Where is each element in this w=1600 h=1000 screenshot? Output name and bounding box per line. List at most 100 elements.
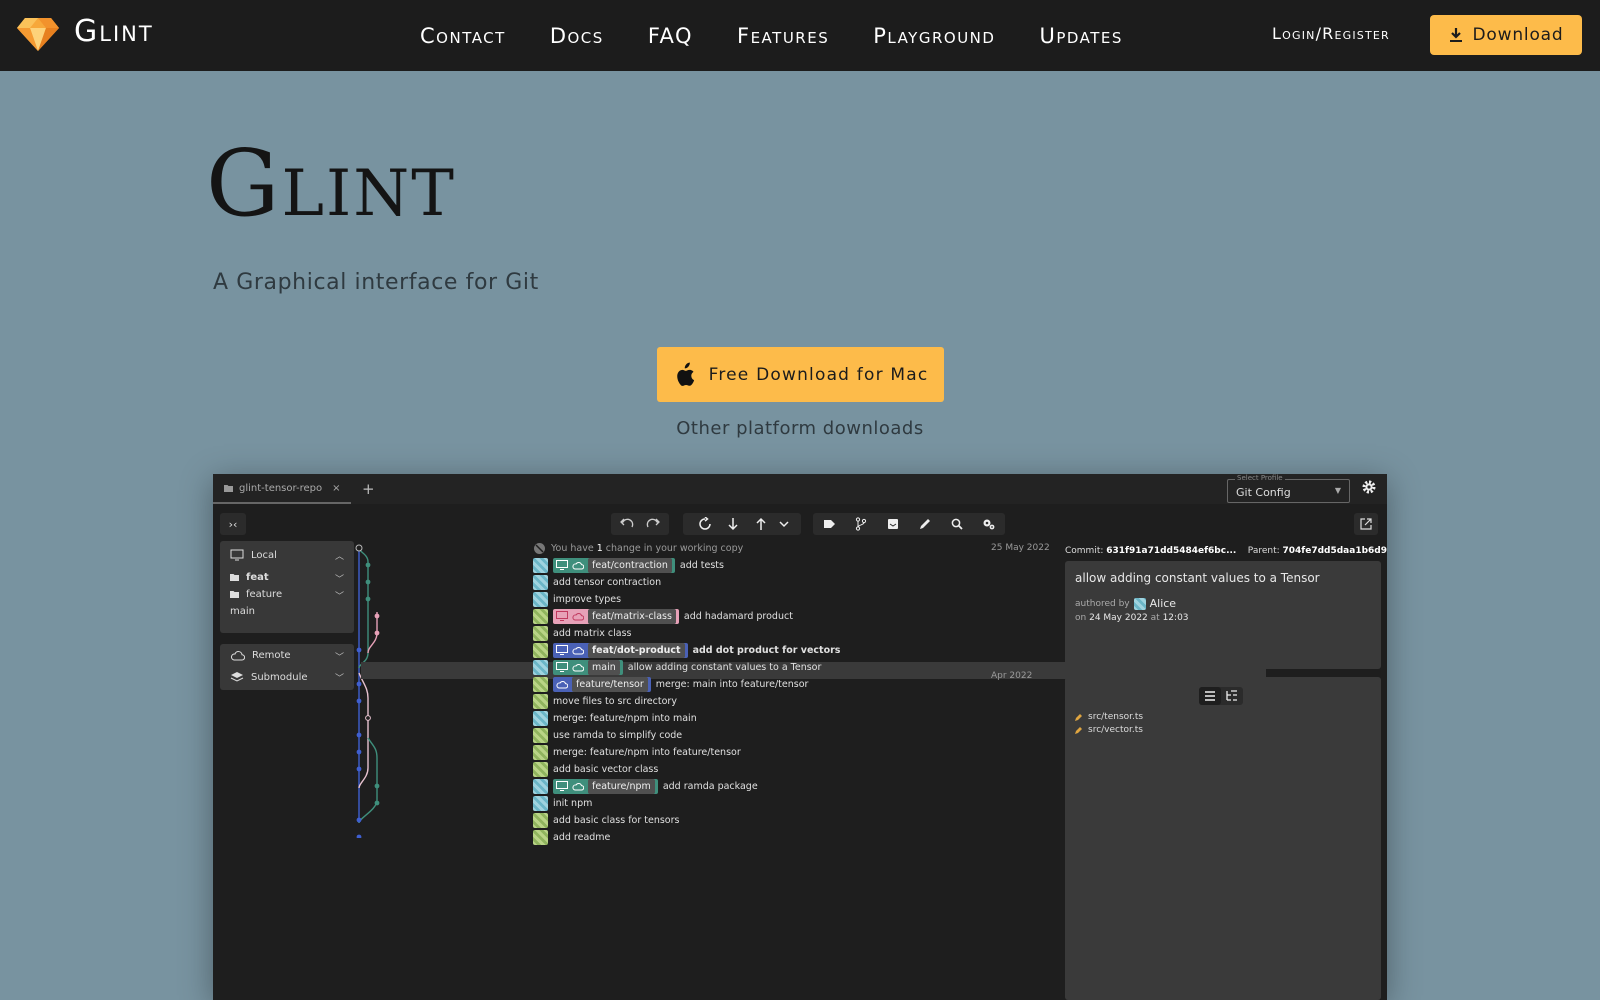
- folder-icon: [224, 484, 233, 492]
- branch-folder-feat[interactable]: feat: [230, 572, 269, 583]
- local-label: Local: [251, 549, 277, 561]
- open-external-icon[interactable]: [1354, 513, 1378, 535]
- authored-by-label: authored by: [1075, 598, 1130, 609]
- commit-row[interactable]: add basic class for tensors: [533, 812, 679, 828]
- at-label: at: [1150, 613, 1160, 623]
- date-label: Apr 2022: [991, 671, 1033, 681]
- commit-detail-message: allow adding constant values to a Tensor: [1075, 571, 1320, 585]
- branch-badge-label: feature/tensor: [572, 676, 648, 692]
- branch-badge[interactable]: feature/tensor: [553, 676, 651, 692]
- chevron-up-icon[interactable]: ︿: [335, 549, 344, 562]
- other-platform-downloads-link[interactable]: Other platform downloads: [0, 418, 1600, 439]
- tree-view-icon[interactable]: [1221, 687, 1243, 705]
- on-label: on: [1075, 613, 1087, 623]
- changed-files-panel: src/tensor.ts src/vector.ts: [1065, 677, 1381, 1000]
- profile-select[interactable]: Select Profile Git Config ▼: [1227, 474, 1350, 503]
- commit-row[interactable]: init npm: [533, 795, 592, 811]
- changed-file-row[interactable]: src/vector.ts: [1075, 725, 1143, 735]
- commit-row-selected[interactable]: main allow adding constant values to a T…: [533, 659, 821, 675]
- nav-link-updates[interactable]: Updates: [1039, 24, 1122, 48]
- profile-select-label: Select Profile: [1235, 474, 1285, 482]
- chevron-down-icon[interactable]: [775, 517, 793, 531]
- diamond-logo-icon[interactable]: [16, 16, 60, 52]
- add-tab-icon[interactable]: +: [362, 480, 375, 498]
- nav-link-docs[interactable]: Docs: [550, 24, 604, 48]
- graph-node: [356, 681, 362, 687]
- search-icon[interactable]: [941, 517, 973, 531]
- commit-row[interactable]: add tensor contraction: [533, 574, 661, 590]
- graph-node: [365, 562, 371, 568]
- branch-badge[interactable]: feat/dot-product: [553, 642, 688, 658]
- branch-icon[interactable]: [845, 517, 877, 531]
- nav-link-playground[interactable]: Playground: [873, 24, 995, 48]
- redo-icon[interactable]: [640, 517, 666, 531]
- working-copy-row[interactable]: You have 1 change in your working copy: [533, 540, 743, 556]
- collapse-sidebar-icon[interactable]: ›‹: [220, 513, 246, 535]
- branch-item-main[interactable]: main: [230, 606, 255, 617]
- branch-badge[interactable]: feature/npm: [553, 778, 658, 794]
- graph-node: [365, 579, 371, 585]
- local-section-header[interactable]: Local: [230, 549, 277, 561]
- branch-badge[interactable]: feat/contraction: [553, 557, 675, 573]
- repo-tab-label: glint-tensor-repo: [239, 482, 323, 494]
- file-name: src/tensor.ts: [1088, 712, 1144, 722]
- gear-icon[interactable]: [1361, 479, 1377, 495]
- commit-row[interactable]: add basic vector class: [533, 761, 658, 777]
- undo-icon[interactable]: [614, 517, 640, 531]
- commit-row[interactable]: improve types: [533, 591, 621, 607]
- commit-hash[interactable]: 631f91a71dd5484ef6bc...: [1106, 546, 1236, 556]
- branch-folder-feature[interactable]: feature: [230, 589, 282, 600]
- push-arrow-up-icon[interactable]: [747, 517, 775, 531]
- commit-message: init npm: [553, 797, 593, 809]
- branch-badge[interactable]: main: [553, 659, 623, 675]
- stash-icon[interactable]: [877, 517, 909, 531]
- commit-row[interactable]: move files to src directory: [533, 693, 677, 709]
- nav-link-contact[interactable]: Contact: [420, 24, 506, 48]
- commit-row[interactable]: add matrix class: [533, 625, 631, 641]
- list-view-icon[interactable]: [1199, 687, 1221, 705]
- commit-message: add readme: [553, 831, 611, 843]
- close-icon[interactable]: ×: [332, 483, 340, 494]
- commit-row[interactable]: feat/dot-product add dot product for vec…: [533, 642, 840, 658]
- nav-link-features[interactable]: Features: [737, 24, 829, 48]
- commit-row[interactable]: feat/contraction add tests: [533, 557, 724, 573]
- download-button[interactable]: Download: [1430, 15, 1582, 55]
- edit-pencil-icon: [1075, 714, 1082, 721]
- settings-cogs-icon[interactable]: [973, 517, 1005, 531]
- chevron-down-icon[interactable]: ﹀: [335, 572, 344, 585]
- repo-tab[interactable]: glint-tensor-repo ×: [213, 474, 351, 504]
- nav-link-faq[interactable]: FAQ: [648, 24, 693, 48]
- brand-name[interactable]: Glint: [74, 14, 154, 49]
- refresh-icon[interactable]: [691, 517, 719, 531]
- parent-hash[interactable]: 704fe7dd5daa1b6d9e4e...: [1283, 546, 1387, 556]
- commit-row[interactable]: feature/tensor merge: main into feature/…: [533, 676, 808, 692]
- local-branches-panel: Local ︿ feat ﹀ feature ﹀ main: [220, 541, 354, 633]
- remote-section-header[interactable]: Remote: [230, 650, 291, 661]
- commit-row[interactable]: use ramda to simplify code: [533, 727, 682, 743]
- chevron-down-icon[interactable]: ﹀: [335, 650, 344, 663]
- branch-badge[interactable]: feat/matrix-class: [553, 608, 679, 624]
- submodule-section-header[interactable]: Submodule: [230, 671, 308, 683]
- hero-subtitle: A Graphical interface for Git: [213, 270, 539, 295]
- changed-file-row[interactable]: src/tensor.ts: [1075, 712, 1143, 722]
- chevron-down-icon[interactable]: ﹀: [335, 671, 344, 684]
- app-screenshot-window: glint-tensor-repo × + Select Profile Git…: [213, 474, 1387, 1000]
- branch-badge-label: main: [588, 659, 620, 675]
- free-download-mac-button[interactable]: Free Download for Mac: [657, 347, 944, 402]
- commit-row[interactable]: feat/matrix-class add hadamard product: [533, 608, 793, 624]
- monitor-icon: [556, 781, 568, 791]
- monitor-icon: [556, 611, 568, 621]
- commit-row[interactable]: merge: feature/npm into feature/tensor: [533, 744, 741, 760]
- app-tab-bar: glint-tensor-repo × + Select Profile Git…: [213, 474, 1387, 504]
- apple-icon: [676, 362, 694, 386]
- chevron-down-icon[interactable]: ﹀: [335, 589, 344, 602]
- nav-links: Contact Docs FAQ Features Playground Upd…: [420, 0, 1167, 71]
- cloud-icon: [556, 680, 568, 689]
- commit-row[interactable]: merge: feature/npm into main: [533, 710, 697, 726]
- tag-icon[interactable]: [813, 517, 845, 531]
- login-register-link[interactable]: Login/Register: [1272, 24, 1390, 43]
- pull-arrow-down-icon[interactable]: [719, 517, 747, 531]
- edit-pencil-icon[interactable]: [909, 517, 941, 531]
- commit-row[interactable]: feature/npm add ramda package: [533, 778, 758, 794]
- commit-row[interactable]: add readme: [533, 829, 610, 845]
